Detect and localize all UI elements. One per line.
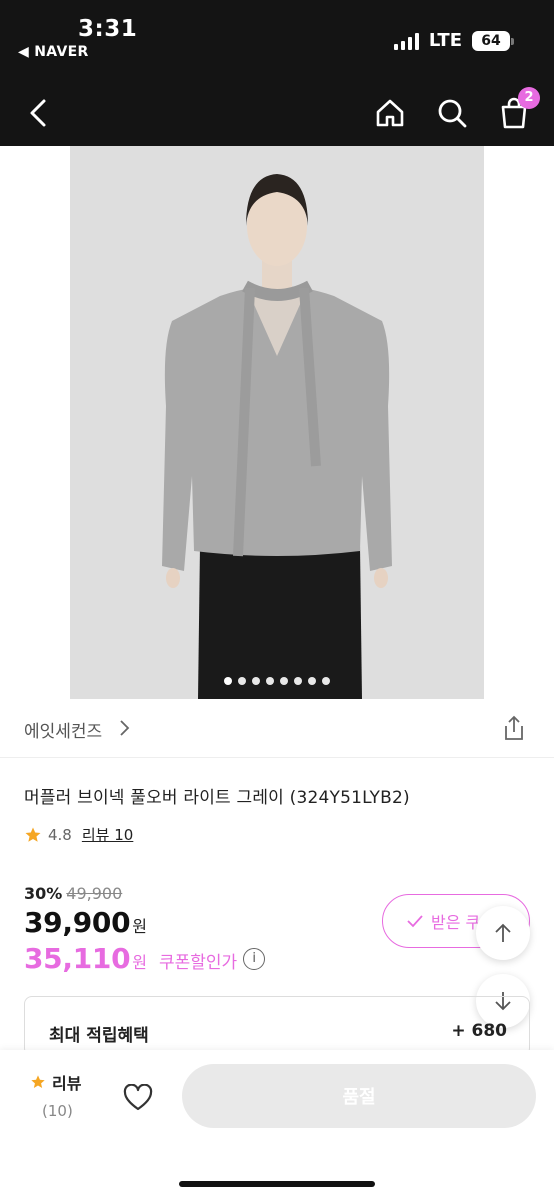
bottom-review-summary[interactable]: 리뷰 (10) xyxy=(30,1070,100,1120)
gallery-dot[interactable] xyxy=(294,677,302,685)
cart-button[interactable]: 2 xyxy=(494,87,540,133)
discount-row: 30% 49,900 xyxy=(24,884,122,903)
reward-benefit-box[interactable]: 최대 적립혜택 + 680 xyxy=(24,996,530,1056)
battery-icon: 64 xyxy=(472,30,514,51)
status-bar: 3:31 ◀ NAVER LTE 64 xyxy=(0,0,554,80)
gallery-dot[interactable] xyxy=(224,677,232,685)
cart-count-badge: 2 xyxy=(518,87,540,109)
home-indicator xyxy=(179,1181,375,1187)
sold-out-button: 품절 xyxy=(182,1064,536,1128)
bottom-review-label: 리뷰 xyxy=(52,1074,82,1093)
gallery-dot[interactable] xyxy=(266,677,274,685)
bottom-action-bar: 리뷰 (10) 품절 xyxy=(0,1050,554,1200)
coupon-price-label: 쿠폰할인가 xyxy=(158,953,238,973)
brand-link[interactable]: 에잇세컨즈 xyxy=(24,717,102,742)
coupon-price-value: 35,110 xyxy=(24,942,131,975)
product-photo xyxy=(70,146,484,699)
product-image-gallery[interactable] xyxy=(70,146,484,699)
back-button[interactable] xyxy=(18,93,58,133)
info-icon[interactable]: i xyxy=(243,947,266,970)
star-icon xyxy=(25,827,41,842)
bottom-review-count: (10) xyxy=(42,1102,73,1120)
back-icon xyxy=(30,99,46,127)
search-icon xyxy=(438,99,467,128)
status-indicators: LTE 64 xyxy=(393,30,514,51)
currency-unit: 원 xyxy=(132,917,147,936)
check-icon xyxy=(407,915,423,928)
currency-unit: 원 xyxy=(132,953,147,972)
gallery-pagination xyxy=(70,677,484,685)
network-label: LTE xyxy=(428,30,462,51)
gallery-dot[interactable] xyxy=(308,677,316,685)
wishlist-button[interactable] xyxy=(120,1080,156,1116)
share-icon xyxy=(505,715,523,740)
original-price: 49,900 xyxy=(66,884,123,903)
product-title: 머플러 브이넥 풀오버 라이트 그레이 (324Y51LYB2) xyxy=(24,788,410,808)
rating-value: 4.8 xyxy=(48,825,72,844)
rating-row: 4.8 리뷰 10 xyxy=(24,824,133,845)
gallery-dot[interactable] xyxy=(322,677,330,685)
sale-price-value: 39,900 xyxy=(24,906,131,939)
search-button[interactable] xyxy=(432,93,472,133)
gallery-dot[interactable] xyxy=(252,677,260,685)
coupon-button-label: 받은 쿠 xyxy=(431,913,481,932)
share-button[interactable] xyxy=(500,714,528,742)
brand-row: 에잇세컨즈 xyxy=(0,700,554,758)
coupon-price: 35,110 원 쿠폰할인가 i xyxy=(24,942,266,975)
home-button[interactable] xyxy=(370,93,410,133)
benefit-label: 최대 적립혜택 xyxy=(49,1026,149,1046)
discount-rate: 30% xyxy=(24,884,63,903)
review-link[interactable]: 리뷰 10 xyxy=(82,824,133,845)
status-time: 3:31 xyxy=(78,16,138,42)
chevron-right-icon xyxy=(120,720,130,736)
gallery-dot[interactable] xyxy=(280,677,288,685)
gallery-dot[interactable] xyxy=(238,677,246,685)
home-icon xyxy=(376,99,404,127)
signal-icon xyxy=(393,32,419,50)
heart-icon xyxy=(123,1084,153,1111)
back-to-app-link[interactable]: ◀ NAVER xyxy=(18,44,89,60)
star-icon xyxy=(31,1075,45,1088)
scroll-top-button[interactable] xyxy=(476,906,530,960)
arrow-up-icon xyxy=(495,923,511,942)
benefit-value: + 680 xyxy=(451,1021,507,1041)
sale-price: 39,900 원 xyxy=(24,906,147,939)
top-nav-bar: 2 xyxy=(0,80,554,146)
